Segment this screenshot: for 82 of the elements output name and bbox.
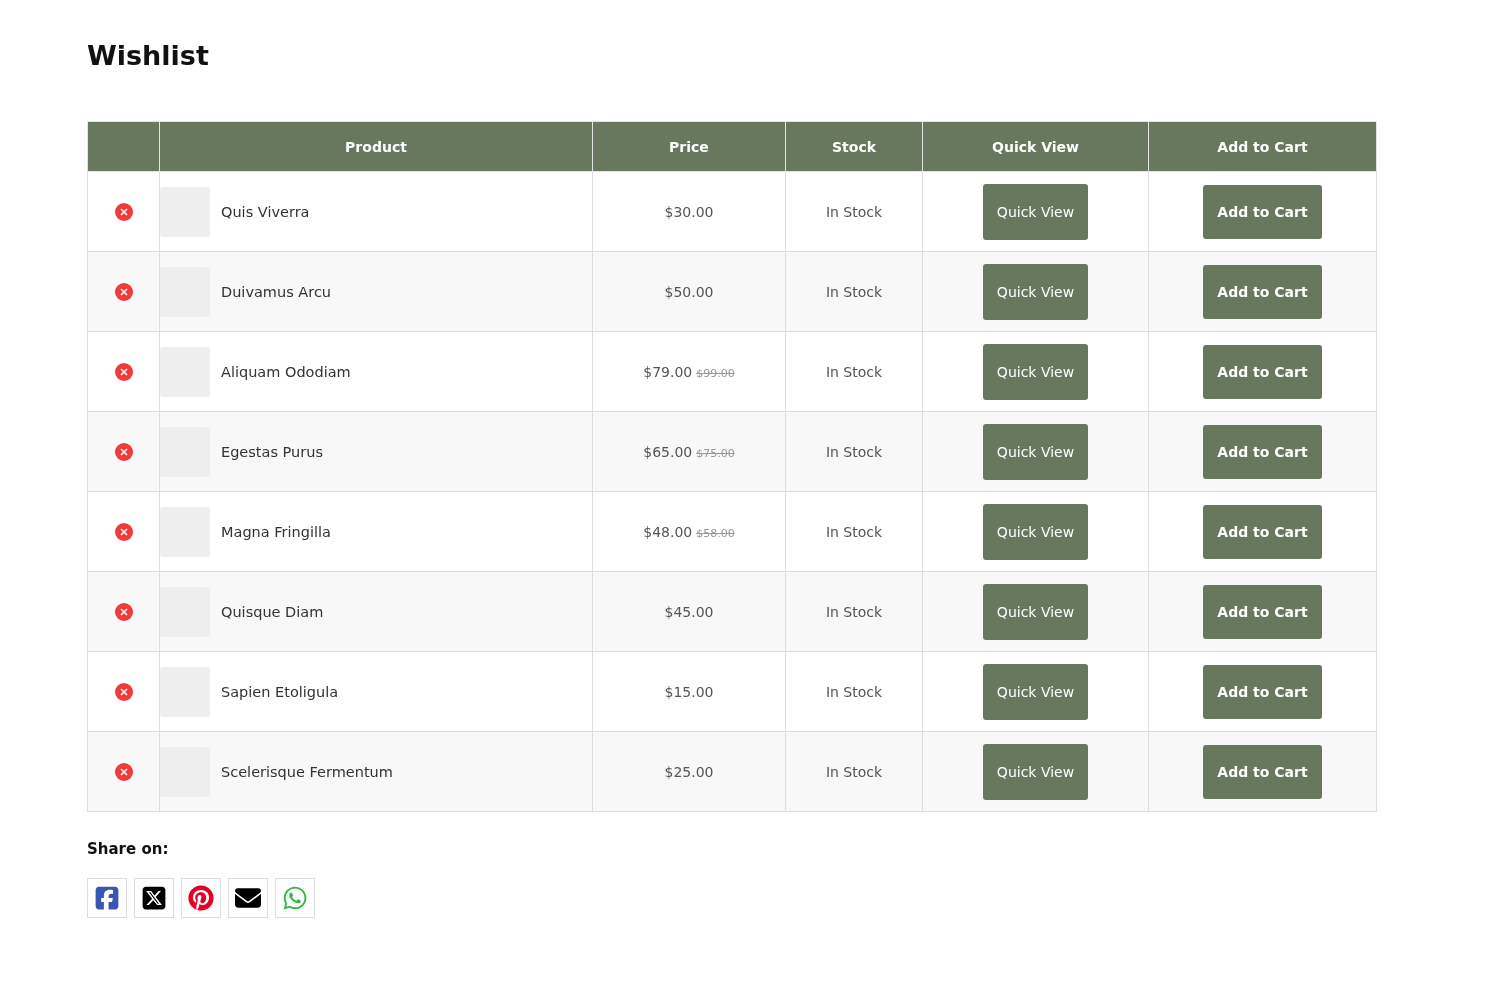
remove-button[interactable]	[114, 682, 133, 701]
photo-placeholder	[160, 426, 210, 477]
old-price: $75.00	[696, 446, 735, 460]
share-button[interactable]	[87, 878, 127, 918]
price: $30.00	[664, 203, 714, 220]
add-to-cart-button[interactable]: Add to Cart	[1203, 504, 1322, 559]
column-header: Quick View	[922, 121, 1149, 172]
close-icon	[119, 367, 128, 376]
old-price: $99.00	[696, 366, 735, 380]
column-header: Product	[159, 121, 593, 172]
old-price: $58.00	[696, 526, 735, 540]
x-logo-icon	[141, 885, 167, 911]
remove-button[interactable]	[114, 522, 133, 541]
product-name[interactable]: Duivamus Arcu	[221, 283, 332, 300]
close-icon	[119, 287, 128, 296]
price: $45.00	[664, 603, 714, 620]
stock-status: In Stock	[825, 763, 883, 780]
pinterest-icon	[188, 885, 214, 911]
quick-view-button[interactable]: Quick View	[982, 183, 1089, 240]
photo-placeholder	[160, 666, 210, 717]
close-icon	[119, 767, 128, 776]
column-header: Stock	[785, 121, 923, 172]
photo-placeholder	[160, 586, 210, 637]
add-to-cart-button[interactable]: Add to Cart	[1203, 424, 1322, 479]
price: $48.00	[643, 523, 693, 540]
close-icon	[119, 607, 128, 616]
quick-view-button[interactable]: Quick View	[982, 583, 1089, 640]
product-name[interactable]: Egestas Purus	[221, 443, 323, 460]
add-to-cart-button[interactable]: Add to Cart	[1203, 744, 1322, 799]
quick-view-button[interactable]: Quick View	[982, 663, 1089, 720]
stock-status: In Stock	[825, 523, 883, 540]
column-header: Add to Cart	[1148, 121, 1377, 172]
product-name[interactable]: Quis Viverra	[221, 203, 310, 220]
remove-button[interactable]	[114, 282, 133, 301]
photo-placeholder	[160, 506, 210, 557]
photo-placeholder	[160, 266, 210, 317]
product-name[interactable]: Aliquam Ododiam	[221, 363, 351, 380]
remove-button[interactable]	[114, 602, 133, 621]
remove-button[interactable]	[114, 362, 133, 381]
add-to-cart-button[interactable]: Add to Cart	[1203, 584, 1322, 639]
close-icon	[119, 447, 128, 456]
stock-status: In Stock	[825, 283, 883, 300]
add-to-cart-button[interactable]: Add to Cart	[1203, 344, 1322, 399]
stock-status: In Stock	[825, 443, 883, 460]
add-to-cart-button[interactable]: Add to Cart	[1203, 664, 1322, 719]
product-name[interactable]: Sapien Etoligula	[221, 683, 339, 700]
add-to-cart-button[interactable]: Add to Cart	[1203, 184, 1322, 239]
remove-button[interactable]	[114, 442, 133, 461]
remove-button[interactable]	[114, 202, 133, 221]
stock-status: In Stock	[825, 203, 883, 220]
stock-status: In Stock	[825, 363, 883, 380]
price: $15.00	[664, 683, 714, 700]
price: $25.00	[664, 763, 714, 780]
quick-view-button[interactable]: Quick View	[982, 343, 1089, 400]
page-title: Wishlist	[87, 40, 210, 71]
photo-placeholder	[160, 186, 210, 237]
close-icon	[119, 527, 128, 536]
share-label: Share on:	[87, 840, 170, 858]
envelope-icon	[235, 885, 261, 911]
product-name[interactable]: Magna Fringilla	[221, 523, 331, 540]
price: $50.00	[664, 283, 714, 300]
quick-view-button[interactable]: Quick View	[982, 743, 1089, 800]
product-name[interactable]: Quisque Diam	[221, 603, 324, 620]
quick-view-button[interactable]: Quick View	[982, 423, 1089, 480]
add-to-cart-button[interactable]: Add to Cart	[1203, 264, 1322, 319]
quick-view-button[interactable]: Quick View	[982, 503, 1089, 560]
photo-placeholder	[160, 346, 210, 397]
quick-view-button[interactable]: Quick View	[982, 263, 1089, 320]
facebook-icon	[94, 885, 120, 911]
stock-status: In Stock	[825, 683, 883, 700]
product-name[interactable]: Scelerisque Fermentum	[221, 763, 393, 780]
whatsapp-icon	[282, 885, 308, 911]
stock-status: In Stock	[825, 603, 883, 620]
price: $65.00	[643, 443, 693, 460]
share-button[interactable]	[134, 878, 174, 918]
share-button[interactable]	[228, 878, 268, 918]
column-header: Price	[592, 121, 786, 172]
remove-button[interactable]	[114, 762, 133, 781]
close-icon	[119, 687, 128, 696]
close-icon	[119, 207, 128, 216]
price: $79.00	[643, 363, 693, 380]
photo-placeholder	[160, 746, 210, 797]
